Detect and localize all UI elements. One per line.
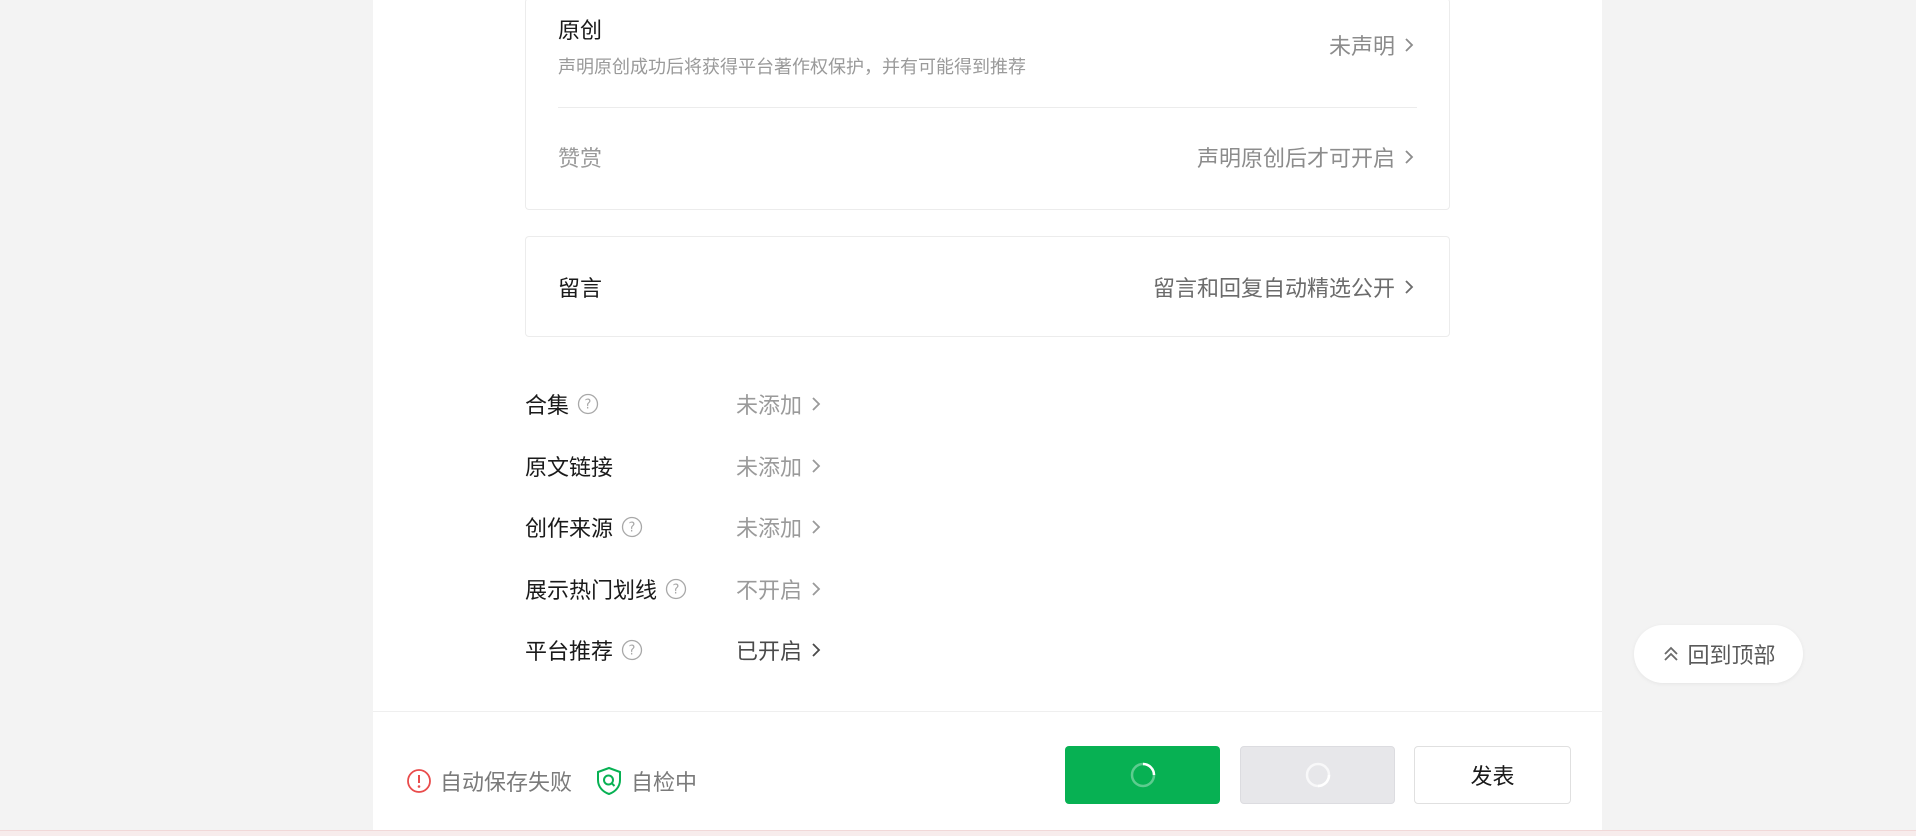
setting-label: 原文链接 (525, 450, 613, 482)
preview-button[interactable] (1240, 746, 1395, 804)
self-check-status: 自检中 (595, 765, 697, 797)
setting-collection[interactable]: 合集 ? 未添加 (525, 382, 925, 422)
help-icon[interactable]: ? (577, 393, 599, 415)
chevron-right-icon (812, 643, 821, 657)
svg-text:?: ? (673, 583, 680, 598)
autosave-status: 自动保存失败 (406, 765, 572, 797)
chevron-right-icon (812, 397, 821, 411)
setting-value[interactable]: 未添加 (736, 511, 824, 543)
footer-action-bar: 自动保存失败 自检中 发表 (373, 711, 1602, 830)
original-row[interactable]: 原创 声明原创成功后将获得平台著作权保护，并有可能得到推荐 未声明 (558, 13, 1417, 78)
autosave-status-text: 自动保存失败 (440, 771, 573, 796)
setting-creation-source[interactable]: 创作来源 ? 未添加 (525, 505, 925, 545)
self-check-status-text: 自检中 (631, 771, 698, 796)
help-icon[interactable]: ? (621, 639, 643, 661)
reward-value-text: 声明原创后才可开启 (1196, 147, 1395, 172)
chevron-right-icon (812, 520, 821, 534)
comment-settings-card: 留言 留言和回复自动精选公开 (525, 236, 1450, 337)
setting-source-link[interactable]: 原文链接 未添加 (525, 444, 925, 484)
setting-label-text: 原文链接 (525, 456, 614, 481)
setting-value-text: 未添加 (736, 456, 803, 481)
reward-title: 赞赏 (558, 147, 603, 172)
chevron-right-icon (1405, 38, 1414, 52)
back-to-top-label: 回到顶部 (1687, 644, 1776, 669)
setting-label-text: 平台推荐 (525, 640, 614, 665)
setting-value-text: 未添加 (736, 394, 803, 419)
setting-hot-underline[interactable]: 展示热门划线 ? 不开启 (525, 567, 925, 607)
comment-title: 留言 (558, 277, 603, 302)
svg-text:?: ? (629, 644, 636, 659)
double-chevron-up-icon (1664, 646, 1679, 661)
reward-row[interactable]: 赞赏 声明原创后才可开启 (558, 139, 1417, 175)
save-button[interactable] (1065, 746, 1220, 804)
svg-text:?: ? (585, 398, 592, 413)
setting-value-text: 已开启 (736, 640, 803, 665)
card-divider (558, 107, 1417, 108)
comment-row[interactable]: 留言 留言和回复自动精选公开 (558, 269, 1417, 305)
svg-text:?: ? (629, 521, 636, 536)
original-description: 声明原创成功后将获得平台著作权保护，并有可能得到推荐 (558, 57, 1026, 78)
setting-label: 合集 ? (525, 388, 599, 420)
comment-value[interactable]: 留言和回复自动精选公开 (1153, 271, 1417, 303)
setting-label-text: 创作来源 (525, 517, 614, 542)
setting-value[interactable]: 未添加 (736, 388, 824, 420)
comment-value-text: 留言和回复自动精选公开 (1152, 277, 1395, 302)
original-text: 原创 声明原创成功后将获得平台著作权保护，并有可能得到推荐 (558, 13, 1026, 79)
original-settings-card: 原创 声明原创成功后将获得平台著作权保护，并有可能得到推荐 未声明 赞赏 声明原… (525, 0, 1450, 210)
chevron-right-icon (1405, 150, 1414, 164)
shield-search-icon (597, 766, 621, 796)
setting-label-text: 展示热门划线 (525, 579, 658, 604)
chevron-right-icon (812, 582, 821, 596)
chevron-right-icon (812, 459, 821, 473)
original-title: 原创 (558, 19, 603, 44)
loading-spinner-icon (1305, 762, 1330, 788)
reward-value[interactable]: 声明原创后才可开启 (1197, 141, 1417, 173)
help-icon[interactable]: ? (621, 516, 643, 538)
setting-value-text: 未添加 (736, 517, 803, 542)
error-icon (407, 769, 431, 793)
chevron-right-icon (1405, 280, 1414, 294)
setting-value[interactable]: 不开启 (736, 573, 824, 605)
setting-platform-recommend[interactable]: 平台推荐 ? 已开启 (525, 628, 925, 668)
setting-value[interactable]: 已开启 (736, 634, 824, 666)
help-icon[interactable]: ? (665, 578, 687, 600)
setting-label: 创作来源 ? (525, 511, 643, 543)
original-value-text: 未声明 (1328, 35, 1395, 60)
loading-spinner-icon (1130, 762, 1155, 788)
setting-label: 平台推荐 ? (525, 634, 643, 666)
bottom-notice-strip (0, 830, 1916, 836)
original-value[interactable]: 未声明 (1329, 29, 1417, 61)
setting-value-text: 不开启 (736, 579, 803, 604)
setting-value[interactable]: 未添加 (736, 450, 824, 482)
setting-label-text: 合集 (525, 394, 570, 419)
publish-button[interactable]: 发表 (1414, 746, 1571, 804)
setting-label: 展示热门划线 ? (525, 573, 687, 605)
back-to-top-button[interactable]: 回到顶部 (1634, 625, 1803, 683)
